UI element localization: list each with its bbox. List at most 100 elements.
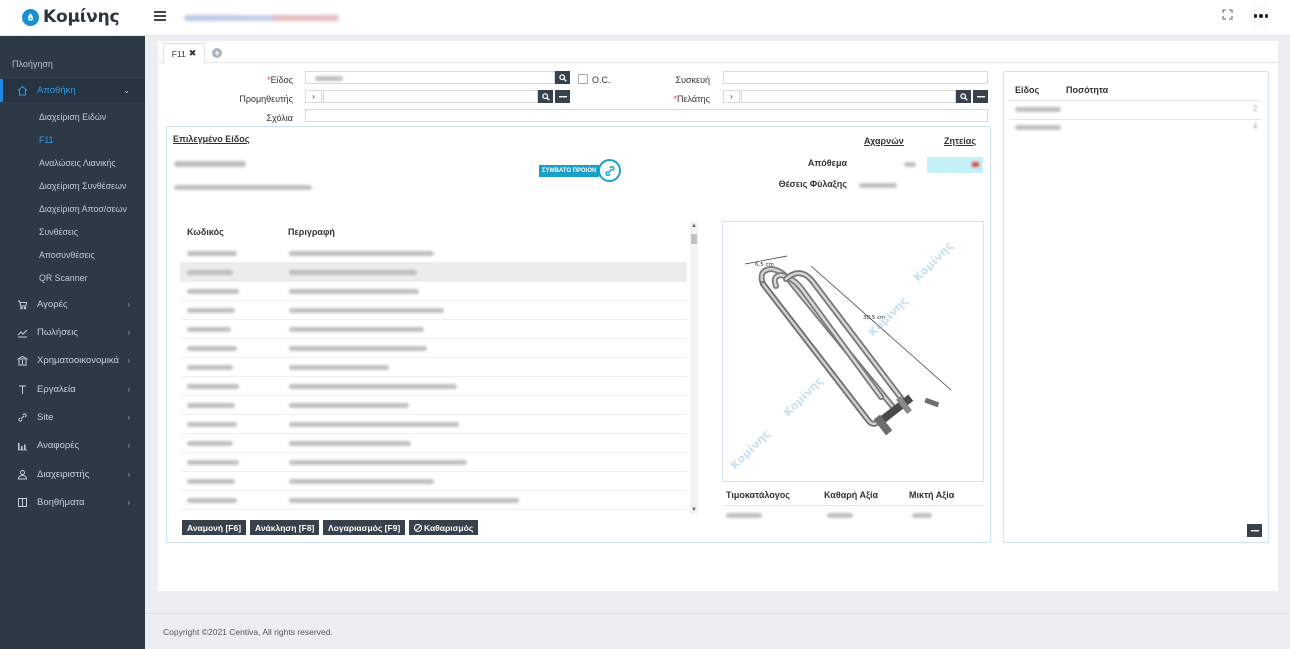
table-row[interactable] — [180, 320, 687, 339]
table-row[interactable] — [180, 339, 687, 358]
sidebar-sub-item[interactable]: Αποσυνθέσεις — [39, 250, 95, 260]
table-row[interactable] — [180, 301, 687, 320]
selected-item-panel: Επιλεγμένο Είδος ΣΥΜΒΑΤΟ ΠΡΟΙΟΝ Αχαρνών … — [166, 126, 991, 543]
row-description-blurred — [289, 365, 389, 370]
cart-panel: Είδος Ποσότητα 2 4 — [1003, 71, 1269, 543]
watermark-text: Κομίνης — [728, 427, 773, 472]
device-input[interactable] — [723, 71, 988, 84]
sidebar: Πλοήγηση Αποθήκη ⌄ Διαχείριση Ειδών F11 … — [0, 36, 145, 649]
add-tab-icon[interactable]: + — [212, 48, 222, 58]
sidebar-sub-item[interactable]: QR Scanner — [39, 273, 87, 283]
recall-button[interactable]: Ανάκληση [F8] — [250, 520, 320, 535]
table-row[interactable] — [180, 282, 687, 301]
sidebar-sub-item[interactable]: Συνθέσεις — [39, 227, 78, 237]
expand-icon[interactable] — [1222, 9, 1233, 20]
link-icon — [16, 411, 28, 423]
chevron-right-icon: › — [127, 300, 130, 309]
compatible-product-badge[interactable]: ΣΥΜΒΑΤΟ ΠΡΟΙΟΝ — [539, 159, 622, 182]
hamburger-icon[interactable] — [154, 11, 166, 21]
clear-icon — [414, 523, 422, 532]
more-dots-icon[interactable] — [1249, 4, 1273, 28]
stock-value-blurred — [904, 162, 916, 167]
sidebar-item-label: Διαχειριστής — [37, 468, 90, 480]
sidebar-sub-item[interactable]: Διαχείριση Συνθέσεων — [39, 181, 126, 191]
table-row[interactable] — [180, 396, 687, 415]
item-search-button[interactable] — [555, 71, 570, 84]
chevron-right-icon: › — [127, 470, 130, 479]
sidebar-item-finance[interactable]: Χρηματοοικονομικά › — [0, 350, 145, 370]
sidebar-item-purchases[interactable]: Αγορές › — [0, 294, 145, 314]
sidebar-item-label: Πωλήσεις — [37, 326, 78, 338]
row-code-blurred — [187, 308, 235, 313]
sidebar-sub-item-f11[interactable]: F11 — [39, 135, 54, 145]
supplier-label: Προμηθευτής — [239, 94, 293, 104]
sidebar-item-label: Site — [37, 411, 54, 423]
chevron-right-icon: › — [127, 328, 130, 337]
content-panel: F11 ✖ + *Είδος O.C. Συσκευή Προμηθευτής … — [158, 41, 1278, 591]
close-icon[interactable]: ✖ — [189, 48, 197, 59]
table-scrollbar[interactable]: ▲ ▼ — [690, 222, 698, 514]
clear-button-label: Καθαρισμός — [424, 522, 474, 533]
invoice-button[interactable]: Λογαριασμός [F9] — [323, 520, 406, 535]
top-bar: Κομίνης — [0, 0, 1290, 36]
sidebar-item-admin[interactable]: Διαχειριστής › — [0, 464, 145, 484]
sidebar-sub-item[interactable]: Διαχείριση Αποσ/σεων — [39, 204, 127, 214]
table-row[interactable] — [180, 244, 687, 263]
table-row[interactable] — [180, 472, 687, 491]
table-row[interactable] — [180, 263, 687, 282]
table-row[interactable] — [180, 377, 687, 396]
table-row[interactable] — [180, 491, 687, 510]
row-code-blurred — [187, 270, 233, 275]
comments-input[interactable] — [305, 109, 988, 122]
sidebar-item-site[interactable]: Site › — [0, 407, 145, 427]
table-row[interactable] — [180, 358, 687, 377]
app-logo[interactable]: Κομίνης — [22, 7, 120, 27]
customer-search-button[interactable] — [956, 90, 971, 103]
sidebar-sub-item[interactable]: Διαχείριση Ειδών — [39, 112, 106, 122]
sidebar-item-helpers[interactable]: Βοηθήματα › — [0, 492, 145, 512]
table-header-code[interactable]: Κωδικός — [187, 227, 224, 237]
price-header-list: Τιμοκατάλογος — [726, 490, 790, 500]
customer-input[interactable] — [741, 90, 956, 103]
sidebar-sub-item[interactable]: Αναλώσεις Λιανικής — [39, 158, 116, 168]
row-code-blurred — [187, 498, 237, 503]
sidebar-item-warehouse-label[interactable]: Αποθήκη ⌄ — [0, 80, 145, 100]
hold-button[interactable]: Αναμονή [F6] — [182, 520, 247, 535]
customer-expand-button[interactable]: › — [723, 90, 740, 103]
row-code-blurred — [187, 441, 233, 446]
sidebar-item-label: Αγορές — [37, 298, 68, 310]
row-description-blurred — [289, 384, 457, 389]
table-row[interactable] — [180, 453, 687, 472]
cart-header-quantity: Ποσότητα — [1066, 85, 1109, 95]
sidebar-item-tools[interactable]: Εργαλεία › — [0, 379, 145, 399]
book-icon — [16, 496, 28, 508]
sidebar-item-sales[interactable]: Πωλήσεις › — [0, 322, 145, 342]
tools-icon — [16, 383, 28, 395]
chevron-down-icon: ⌄ — [123, 86, 130, 95]
home-icon — [16, 84, 28, 96]
supplier-input[interactable] — [323, 90, 538, 103]
dimension-width: 6,5 cm — [755, 262, 774, 268]
tab-f11[interactable]: F11 ✖ — [163, 43, 205, 63]
item-input[interactable] — [305, 71, 555, 84]
supplier-clear-button[interactable] — [555, 90, 570, 103]
requests-link[interactable]: Ζητείας — [944, 136, 976, 146]
tab-bar: F11 ✖ + — [158, 41, 1278, 63]
supplier-expand-button[interactable]: › — [305, 90, 322, 103]
oc-checkbox[interactable] — [578, 74, 588, 84]
table-row[interactable] — [180, 434, 687, 453]
row-code-blurred — [187, 251, 237, 256]
sidebar-item-reports[interactable]: Αναφορές › — [0, 435, 145, 455]
sidebar-item-label: Βοηθήματα — [37, 496, 85, 508]
clear-button[interactable]: Καθαρισμός — [409, 520, 479, 535]
customer-clear-button[interactable] — [973, 90, 988, 103]
storage-value-blurred — [859, 183, 897, 188]
sidebar-heading: Πλοήγηση — [12, 59, 53, 69]
cart-remove-button[interactable] — [1247, 524, 1262, 537]
table-header-description[interactable]: Περιγραφή — [288, 227, 335, 237]
table-row[interactable] — [180, 415, 687, 434]
acharnon-link[interactable]: Αχαρνών — [864, 136, 904, 146]
user-info-blurred — [184, 15, 339, 21]
chevron-right-icon: › — [127, 413, 130, 422]
supplier-search-button[interactable] — [538, 90, 553, 103]
